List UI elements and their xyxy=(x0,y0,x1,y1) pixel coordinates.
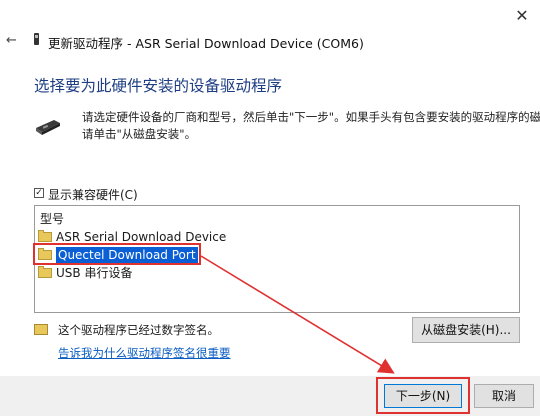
driver-folder-icon xyxy=(38,265,52,278)
window-title: 更新驱动程序 - ASR Serial Download Device (COM… xyxy=(48,36,364,51)
cancel-button[interactable]: 取消 xyxy=(474,384,534,408)
show-compatible-label[interactable]: 显示兼容硬件(C) xyxy=(48,186,138,203)
have-disk-button[interactable]: 从磁盘安装(H)... xyxy=(412,317,520,343)
signature-info-link[interactable]: 告诉我为什么驱动程序签名很重要 xyxy=(58,345,231,361)
instruction-line-2: 请单击"从磁盘安装"。 xyxy=(82,127,197,141)
hardware-icon xyxy=(36,120,60,135)
signature-status: 这个驱动程序已经过数字签名。 xyxy=(58,323,219,337)
annotation-highlight-box xyxy=(33,243,201,265)
show-compatible-checkbox[interactable]: ✓ xyxy=(34,188,44,198)
list-item-usb-serial[interactable]: USB 串行设备 xyxy=(38,264,132,281)
list-item-label: ASR Serial Download Device xyxy=(56,229,227,244)
instruction-line-1: 请选定硬件设备的厂商和型号，然后单击"下一步"。如果手头有包含要安装的驱动程序的… xyxy=(82,110,540,124)
certificate-icon xyxy=(34,324,48,335)
device-icon xyxy=(34,33,39,45)
model-list-header: 型号 xyxy=(40,212,65,226)
driver-folder-icon xyxy=(38,229,52,242)
close-icon[interactable]: ✕ xyxy=(508,4,536,28)
page-heading: 选择要为此硬件安装的设备驱动程序 xyxy=(34,77,283,95)
annotation-highlight-box xyxy=(376,377,470,414)
list-item-label: USB 串行设备 xyxy=(56,266,133,280)
back-arrow-icon[interactable]: ← xyxy=(6,33,17,48)
